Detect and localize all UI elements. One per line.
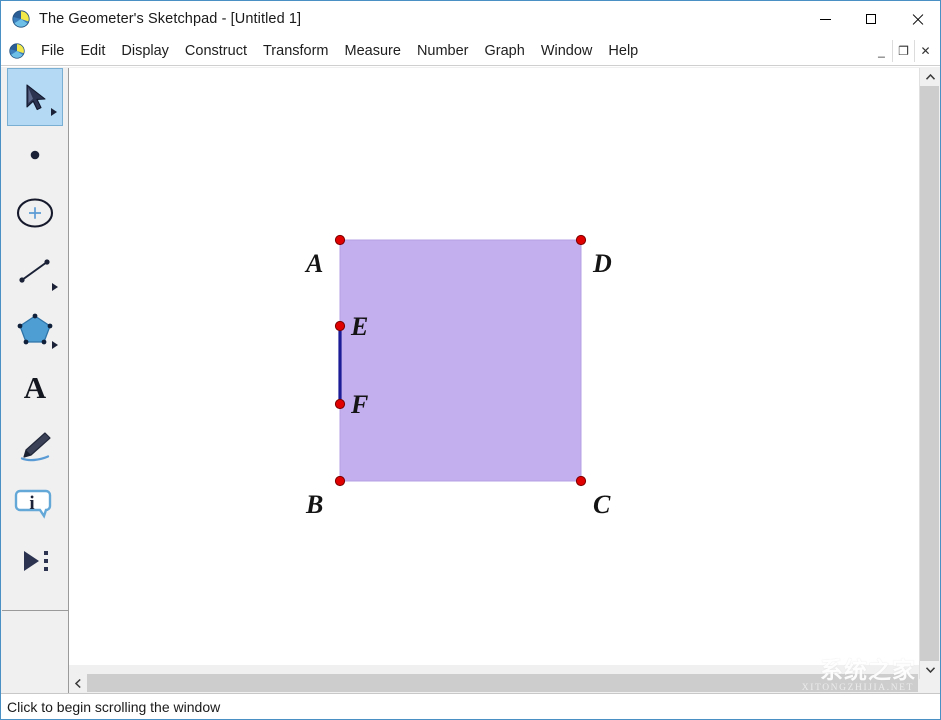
menu-item-construct[interactable]: Construct: [177, 40, 255, 62]
quadrilateral-abcd: [339, 239, 582, 482]
information-tool[interactable]: i: [7, 474, 63, 532]
chevron-submenu-icon: [52, 341, 58, 349]
sketchpad-logo-icon: [12, 10, 30, 28]
point-label-f: F: [350, 390, 368, 419]
chevron-submenu-icon: [51, 108, 57, 116]
tool-palette: A i: [2, 68, 69, 679]
custom-tool[interactable]: [7, 532, 63, 590]
point-tool[interactable]: [7, 126, 63, 184]
straightedge-tool[interactable]: [7, 242, 63, 300]
menu-item-window[interactable]: Window: [533, 40, 601, 62]
menu-item-file[interactable]: File: [33, 40, 72, 62]
marker-pen-icon: [20, 432, 51, 462]
menu-item-transform[interactable]: Transform: [255, 40, 337, 62]
play-custom-tool-icon: [24, 551, 48, 571]
mdi-restore-button[interactable]: ❐: [892, 40, 914, 62]
menu-item-graph[interactable]: Graph: [477, 40, 533, 62]
text-tool[interactable]: A: [7, 358, 63, 416]
sketch-canvas[interactable]: A D B C E F: [69, 68, 919, 665]
window-title: The Geometer's Sketchpad - [Untitled 1]: [39, 11, 302, 27]
horizontal-scrollbar-thumb[interactable]: [87, 674, 918, 692]
circle-compass-icon: [16, 198, 54, 228]
horizontal-scrollbar[interactable]: [69, 673, 919, 693]
marker-tool[interactable]: [7, 416, 63, 474]
text-a-icon: A: [24, 370, 47, 405]
mdi-minimize-button[interactable]: _: [871, 40, 892, 62]
arrow-cursor-icon: [26, 84, 46, 111]
arrow-select-tool[interactable]: [7, 68, 63, 126]
svg-text:i: i: [29, 493, 34, 514]
segment-line-icon: [19, 259, 50, 283]
point-e: [334, 320, 346, 332]
window-controls: [802, 1, 940, 37]
scroll-down-button[interactable]: [920, 661, 940, 679]
point-label-d: D: [592, 249, 612, 278]
point-label-c: C: [593, 490, 611, 519]
title-bar: The Geometer's Sketchpad - [Untitled 1]: [1, 1, 940, 37]
mdi-close-button[interactable]: ✕: [914, 40, 936, 62]
close-icon: [911, 13, 924, 26]
window-close-button[interactable]: [894, 1, 940, 37]
point-label-a: A: [304, 249, 323, 278]
point-f: [334, 398, 346, 410]
menu-bar: File Edit Display Construct Transform Me…: [1, 37, 940, 66]
mdi-window-controls: _ ❐ ✕: [871, 40, 936, 62]
tool-palette-divider: [2, 610, 69, 611]
information-balloon-icon: i: [14, 489, 52, 519]
window-minimize-button[interactable]: [802, 1, 848, 37]
svg-text:A: A: [24, 370, 47, 405]
scroll-up-button[interactable]: [920, 68, 940, 86]
vertical-scrollbar-thumb[interactable]: [920, 86, 939, 661]
point-d: [575, 234, 587, 246]
maximize-icon: [866, 14, 876, 24]
point-a: [334, 234, 346, 246]
chevron-submenu-icon: [52, 283, 58, 291]
point-label-e: E: [350, 312, 368, 341]
point-label-b: B: [305, 490, 323, 519]
menu-item-measure[interactable]: Measure: [337, 40, 409, 62]
point-icon: [30, 150, 40, 160]
polygon-tool[interactable]: [7, 300, 63, 358]
minimize-icon: [819, 18, 831, 20]
status-bar: Click to begin scrolling the window: [1, 693, 940, 719]
point-c: [575, 475, 587, 487]
sketch-drawing: A D B C E F: [304, 234, 612, 519]
scroll-left-button[interactable]: [69, 673, 87, 693]
sketch-document-window: A i A D B C E F: [1, 67, 940, 694]
compass-tool[interactable]: [7, 184, 63, 242]
sketchpad-small-logo-icon: [9, 43, 25, 59]
tool-palette-footer: [2, 673, 69, 693]
menu-item-edit[interactable]: Edit: [72, 40, 113, 62]
menu-item-help[interactable]: Help: [600, 40, 646, 62]
application-window: The Geometer's Sketchpad - [Untitled 1]: [0, 0, 941, 720]
polygon-icon: [17, 313, 53, 345]
vertical-scrollbar[interactable]: [919, 68, 939, 679]
status-message: Click to begin scrolling the window: [7, 698, 221, 715]
point-b: [334, 475, 346, 487]
menu-item-display[interactable]: Display: [113, 40, 177, 62]
window-maximize-button[interactable]: [848, 1, 894, 37]
menu-item-number[interactable]: Number: [409, 40, 477, 62]
